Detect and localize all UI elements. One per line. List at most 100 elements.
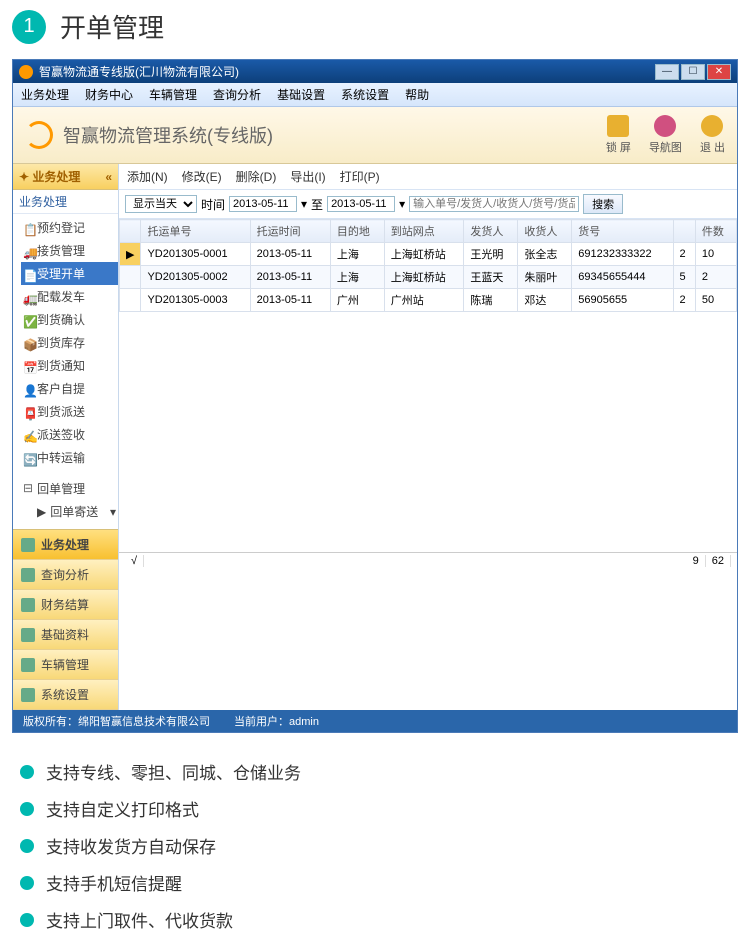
nav-icon bbox=[654, 115, 676, 137]
date-to[interactable] bbox=[327, 196, 395, 212]
cell: 上海虹桥站 bbox=[384, 243, 464, 266]
column-header[interactable]: 件数 bbox=[695, 220, 736, 243]
tree-icon: 📄 bbox=[23, 269, 33, 279]
menu-item[interactable]: 基础设置 bbox=[277, 86, 325, 103]
tree-item[interactable]: 📮 到货派送 bbox=[21, 400, 118, 423]
add-button[interactable]: 添加(N) bbox=[127, 168, 168, 185]
column-header[interactable]: 发货人 bbox=[464, 220, 518, 243]
app-window: 智赢物流通专线版(汇川物流有限公司) — ☐ ✕ 业务处理 财务中心 车辆管理 … bbox=[12, 59, 738, 733]
tree-item[interactable]: 🚛 配载发车 bbox=[21, 285, 118, 308]
page-title-text: 开单管理 bbox=[60, 8, 164, 45]
side-nav-button[interactable]: 业务处理 bbox=[13, 530, 118, 560]
bullet-icon bbox=[20, 802, 34, 816]
date-from[interactable] bbox=[229, 196, 297, 212]
cell: 朱丽叶 bbox=[518, 266, 572, 289]
menu-item[interactable]: 财务中心 bbox=[85, 86, 133, 103]
sidebar-header[interactable]: ✦ 业务处理« bbox=[13, 164, 118, 190]
logo-icon bbox=[25, 121, 53, 149]
side-nav-button[interactable]: 基础资料 bbox=[13, 620, 118, 650]
bullet-icon bbox=[20, 876, 34, 890]
export-button[interactable]: 导出(I) bbox=[290, 168, 325, 185]
filterbar: 显示当天 时间 ▾ 至 ▾ 搜索 bbox=[119, 190, 737, 219]
tree-item[interactable]: 🚚 接货管理 bbox=[21, 239, 118, 262]
view-select[interactable]: 显示当天 bbox=[125, 195, 197, 213]
tree-icon: 🚚 bbox=[23, 246, 33, 256]
tree-item[interactable]: 👤 客户自提 bbox=[21, 377, 118, 400]
column-header[interactable]: 托运单号 bbox=[141, 220, 250, 243]
bullet-icon bbox=[20, 839, 34, 853]
menu-item[interactable]: 业务处理 bbox=[21, 86, 69, 103]
menubar: 业务处理 财务中心 车辆管理 查询分析 基础设置 系统设置 帮助 bbox=[13, 83, 737, 107]
feature-item: 支持上门取件、代收货款 bbox=[20, 901, 730, 938]
side-nav-button[interactable]: 财务结算 bbox=[13, 590, 118, 620]
tree-item[interactable]: 📋 预约登记 bbox=[21, 216, 118, 239]
cell: 张全志 bbox=[518, 243, 572, 266]
data-grid[interactable]: 托运单号托运时间目的地到站网点发货人收货人货号件数 ▶YD201305-0001… bbox=[119, 219, 737, 710]
maximize-button[interactable]: ☐ bbox=[681, 64, 705, 80]
menu-item[interactable]: 帮助 bbox=[405, 86, 429, 103]
nav-icon bbox=[21, 568, 35, 582]
row-marker bbox=[120, 266, 141, 289]
cell: YD201305-0001 bbox=[141, 243, 250, 266]
tree-item[interactable]: 📄 受理开单 bbox=[21, 262, 118, 285]
cell: 10 bbox=[695, 243, 736, 266]
menu-item[interactable]: 系统设置 bbox=[341, 86, 389, 103]
table-row[interactable]: YD201305-00032013-05-11广州广州站陈瑞邓达56905655… bbox=[120, 289, 737, 312]
cell: 陈瑞 bbox=[464, 289, 518, 312]
tree-group[interactable]: ⊟ 回单管理 bbox=[21, 477, 118, 500]
grid-footer: √ 9 62 bbox=[119, 552, 737, 569]
table-row[interactable]: YD201305-00022013-05-11上海上海虹桥站王蓝天朱丽叶6934… bbox=[120, 266, 737, 289]
tree-icon: 📋 bbox=[23, 223, 33, 233]
print-button[interactable]: 打印(P) bbox=[340, 168, 380, 185]
tree-item[interactable]: 🔄 中转运输 bbox=[21, 446, 118, 469]
exit-button[interactable]: 退 出 bbox=[700, 115, 725, 155]
close-button[interactable]: ✕ bbox=[707, 64, 731, 80]
cell: 邓达 bbox=[518, 289, 572, 312]
tree-icon: ✅ bbox=[23, 315, 33, 325]
cell: 广州 bbox=[330, 289, 384, 312]
nav-button[interactable]: 导航图 bbox=[649, 115, 682, 155]
sidebar: ✦ 业务处理« 业务处理 📋 预约登记🚚 接货管理📄 受理开单🚛 配载发车✅ 到… bbox=[13, 164, 119, 710]
delete-button[interactable]: 删除(D) bbox=[236, 168, 277, 185]
cell: 2013-05-11 bbox=[250, 243, 330, 266]
nav-icon bbox=[21, 538, 35, 552]
tree-item[interactable]: ✍ 派送签收 bbox=[21, 423, 118, 446]
tree-child[interactable]: ▶ 回单寄送 ▾ bbox=[21, 500, 118, 523]
cell: 56905655 bbox=[572, 289, 673, 312]
search-input[interactable] bbox=[409, 196, 579, 212]
tree-item[interactable]: ✅ 到货确认 bbox=[21, 308, 118, 331]
side-nav-button[interactable]: 查询分析 bbox=[13, 560, 118, 590]
cell: 2013-05-11 bbox=[250, 266, 330, 289]
column-header[interactable]: 到站网点 bbox=[384, 220, 464, 243]
tree-item[interactable]: 📦 到货库存 bbox=[21, 331, 118, 354]
tree-icon: 👤 bbox=[23, 384, 33, 394]
edit-button[interactable]: 修改(E) bbox=[182, 168, 222, 185]
tree-item[interactable]: 📅 到货通知 bbox=[21, 354, 118, 377]
column-header[interactable]: 托运时间 bbox=[250, 220, 330, 243]
cell: 上海 bbox=[330, 243, 384, 266]
cell: 广州站 bbox=[384, 289, 464, 312]
minimize-button[interactable]: — bbox=[655, 64, 679, 80]
table-row[interactable]: ▶YD201305-00012013-05-11上海上海虹桥站王光明张全志691… bbox=[120, 243, 737, 266]
column-header[interactable] bbox=[120, 220, 141, 243]
nav-icon bbox=[21, 628, 35, 642]
column-header[interactable]: 收货人 bbox=[518, 220, 572, 243]
side-nav-button[interactable]: 系统设置 bbox=[13, 680, 118, 710]
page-title: 1 开单管理 bbox=[0, 0, 750, 53]
feature-item: 支持自定义打印格式 bbox=[20, 790, 730, 827]
column-header[interactable] bbox=[673, 220, 695, 243]
sidebar-subheader[interactable]: 业务处理 bbox=[13, 190, 118, 214]
lock-button[interactable]: 锁 屏 bbox=[606, 115, 631, 155]
search-button[interactable]: 搜索 bbox=[583, 194, 623, 214]
cell: 2 bbox=[695, 266, 736, 289]
menu-item[interactable]: 查询分析 bbox=[213, 86, 261, 103]
side-nav-button[interactable]: 车辆管理 bbox=[13, 650, 118, 680]
column-header[interactable]: 目的地 bbox=[330, 220, 384, 243]
tree-icon: ✍ bbox=[23, 430, 33, 440]
feature-list: 支持专线、零担、同城、仓储业务支持自定义打印格式支持收发货方自动保存支持手机短信… bbox=[0, 739, 750, 952]
cell: 王光明 bbox=[464, 243, 518, 266]
tree-icon: 📦 bbox=[23, 338, 33, 348]
cell: 上海 bbox=[330, 266, 384, 289]
column-header[interactable]: 货号 bbox=[572, 220, 673, 243]
menu-item[interactable]: 车辆管理 bbox=[149, 86, 197, 103]
